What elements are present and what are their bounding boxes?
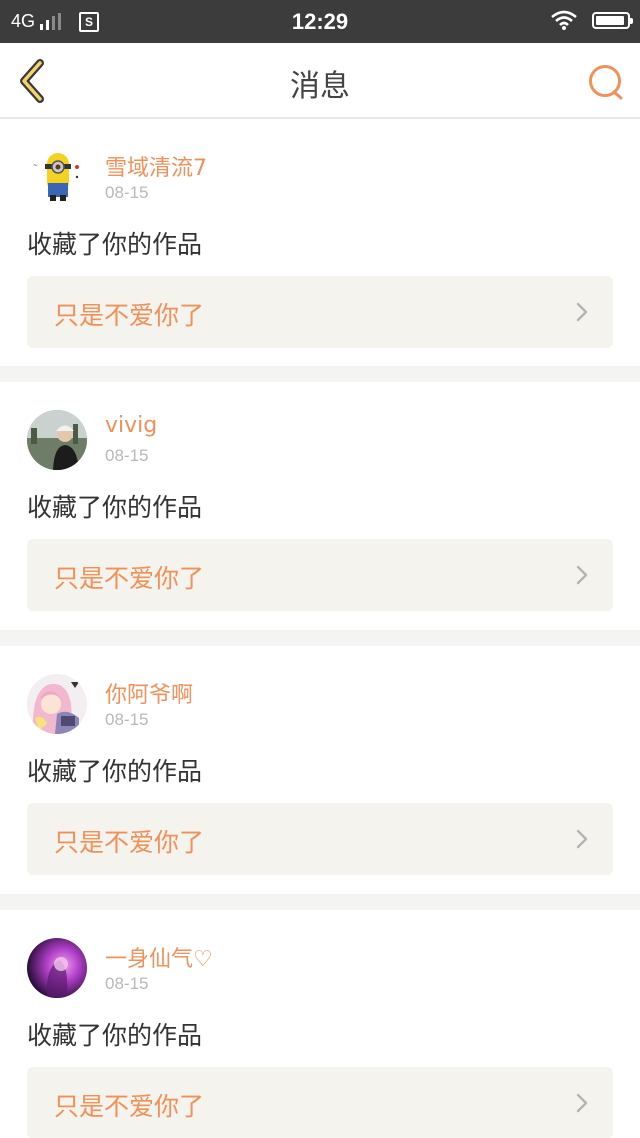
action-text: 收藏了你的作品	[27, 493, 203, 522]
work-title: 只是不爱你了	[54, 564, 205, 593]
notification-date: 08-15	[105, 183, 149, 202]
action-text: 收藏了你的作品	[27, 757, 203, 786]
status-time: 12:29	[291, 9, 349, 34]
chevron-right-icon	[576, 829, 588, 849]
nav-bar: 消息	[0, 43, 640, 119]
notification-date: 08-15	[105, 974, 149, 993]
user-avatar[interactable]	[27, 674, 87, 734]
action-text: 收藏了你的作品	[27, 230, 203, 259]
user-avatar[interactable]	[27, 938, 87, 998]
notification-card: 你阿爷啊 08-15 收藏了你的作品 只是不爱你了	[0, 646, 640, 894]
svg-text:~: ~	[33, 162, 38, 169]
chevron-right-icon	[576, 1093, 588, 1113]
username[interactable]: 雪域清流7	[105, 150, 207, 182]
chevron-right-icon	[576, 302, 588, 322]
work-title: 只是不爱你了	[54, 301, 205, 330]
username[interactable]: 你阿爷啊	[105, 677, 193, 709]
minion-avatar-icon: ~	[27, 147, 87, 207]
work-title: 只是不爱你了	[54, 828, 205, 857]
battery-icon	[592, 11, 633, 29]
notification-list: ~ 雪域清流7 08-15 收藏了你的作品 只是不爱你了 vivig 08-15…	[0, 119, 640, 1138]
anime-girl-avatar-icon	[27, 674, 87, 734]
notification-card: vivig 08-15 收藏了你的作品 只是不爱你了	[0, 382, 640, 630]
search-button[interactable]	[586, 62, 626, 102]
user-avatar[interactable]	[27, 410, 87, 470]
work-title: 只是不爱你了	[54, 1092, 205, 1121]
status-bar: 4G S 12:29	[0, 0, 640, 43]
user-avatar[interactable]: ~	[27, 147, 87, 207]
work-link[interactable]: 只是不爱你了	[27, 1067, 613, 1138]
notification-card: 一身仙气♡ 08-15 收藏了你的作品 只是不爱你了	[0, 910, 640, 1138]
work-link[interactable]: 只是不爱你了	[27, 276, 613, 348]
username[interactable]: 一身仙气♡	[105, 941, 213, 973]
purple-glow-avatar-icon	[27, 938, 87, 998]
work-link[interactable]: 只是不爱你了	[27, 803, 613, 875]
notification-card: ~ 雪域清流7 08-15 收藏了你的作品 只是不爱你了	[0, 119, 640, 366]
notification-date: 08-15	[105, 446, 149, 465]
search-icon	[589, 65, 623, 100]
action-text: 收藏了你的作品	[27, 1021, 203, 1050]
person-photo-avatar-icon	[27, 410, 87, 470]
username[interactable]: vivig	[105, 413, 157, 438]
chevron-right-icon	[576, 565, 588, 585]
notification-date: 08-15	[105, 710, 149, 729]
wifi-icon	[551, 10, 577, 30]
page-title: 消息	[290, 69, 350, 104]
status-right	[550, 10, 633, 30]
work-link[interactable]: 只是不爱你了	[27, 539, 613, 611]
battery-fill	[596, 15, 625, 25]
